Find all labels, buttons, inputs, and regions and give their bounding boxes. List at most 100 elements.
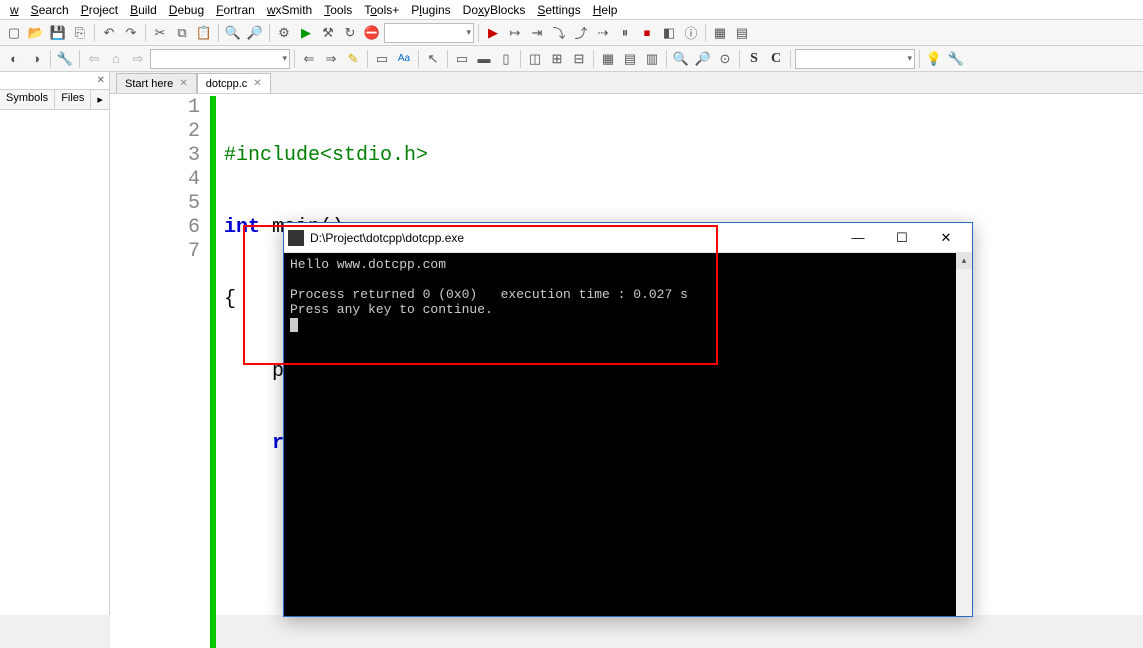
wrench-icon[interactable]: 🔧: [55, 49, 75, 69]
find-icon[interactable]: 🔍: [223, 23, 243, 43]
debug-run-icon[interactable]: ▶: [483, 23, 503, 43]
build-target-combo[interactable]: [384, 23, 474, 43]
grid2-icon[interactable]: ▤: [620, 49, 640, 69]
debug-cursor-icon[interactable]: ↦: [505, 23, 525, 43]
menu-doxyblocks[interactable]: DoxyBlocks: [457, 1, 532, 19]
rect2-icon[interactable]: ▬: [474, 49, 494, 69]
debug-next-icon[interactable]: ⇥: [527, 23, 547, 43]
menu-debug[interactable]: Debug: [163, 1, 210, 19]
save-all-icon[interactable]: ⎘: [70, 23, 90, 43]
console-titlebar[interactable]: D:\Project\dotcpp\dotcpp.exe — ☐ ✕: [284, 223, 972, 253]
new-file-icon[interactable]: ▢: [4, 23, 24, 43]
debug-info-icon[interactable]: ⓘ: [681, 23, 701, 43]
zoom-fit-icon[interactable]: ⊙: [715, 49, 735, 69]
menu-tools-plus[interactable]: Tools+: [358, 1, 405, 19]
debug-step-in-icon[interactable]: ⤵: [549, 23, 569, 43]
open-icon[interactable]: 📂: [26, 23, 46, 43]
doxy-icon[interactable]: ▦: [710, 23, 730, 43]
symbol-combo[interactable]: [150, 49, 290, 69]
console-scrollbar[interactable]: ▴: [956, 253, 972, 616]
sidebar-tab-files[interactable]: Files: [55, 90, 91, 109]
toggle-header-icon[interactable]: ◑: [26, 49, 46, 69]
search-combo[interactable]: [795, 49, 915, 69]
select-icon[interactable]: ▭: [372, 49, 392, 69]
letter-s-button[interactable]: S: [744, 49, 764, 69]
separator: [666, 50, 667, 68]
toolbar-row-1: ▢ 📂 💾 ⎘ ↶ ↷ ✂ ⧉ 📋 🔍 🔎 ⚙ ▶ ⚒ ↻ ⛔ ▶ ↦ ⇥ ⤵ …: [0, 20, 1143, 46]
nav-fwd-icon[interactable]: ⇨: [128, 49, 148, 69]
abort-icon[interactable]: ⛔: [362, 23, 382, 43]
tab-label: dotcpp.c: [206, 78, 248, 90]
cut-icon[interactable]: ✂: [150, 23, 170, 43]
debug-window-icon[interactable]: ◧: [659, 23, 679, 43]
close-icon[interactable]: ✕: [179, 78, 187, 89]
debug-stop-icon[interactable]: ⏹: [637, 23, 657, 43]
nav-back-icon[interactable]: ⇦: [84, 49, 104, 69]
minimize-button[interactable]: —: [836, 224, 880, 252]
separator: [705, 24, 706, 42]
line-number: 6: [110, 216, 200, 240]
help-bulb-icon[interactable]: 💡: [924, 49, 944, 69]
toggle-source-icon[interactable]: ◐: [4, 49, 24, 69]
separator: [447, 50, 448, 68]
tab-dotcpp[interactable]: dotcpp.c ✕: [197, 73, 271, 93]
rebuild-icon[interactable]: ↻: [340, 23, 360, 43]
sidebar-tab-symbols[interactable]: Symbols: [0, 90, 55, 109]
layout3-icon[interactable]: ⊟: [569, 49, 589, 69]
rect-icon[interactable]: ▭: [452, 49, 472, 69]
rect3-icon[interactable]: ▯: [496, 49, 516, 69]
paste-icon[interactable]: 📋: [194, 23, 214, 43]
sidebar-close-bar: ✕: [0, 72, 109, 90]
zoom-in-icon[interactable]: 🔍: [671, 49, 691, 69]
menu-project[interactable]: Project: [75, 1, 124, 19]
menu-fortran[interactable]: Fortran: [210, 1, 261, 19]
menu-tools[interactable]: Tools: [318, 1, 358, 19]
tab-start-here[interactable]: Start here ✕: [116, 73, 197, 93]
replace-icon[interactable]: 🔎: [245, 23, 265, 43]
debug-step-instr-icon[interactable]: ⇢: [593, 23, 613, 43]
code-line: #include<stdio.h>: [224, 144, 668, 168]
highlight-icon[interactable]: ✎: [343, 49, 363, 69]
text-aa-icon[interactable]: Aa: [394, 49, 414, 69]
doxy-icon2[interactable]: ▤: [732, 23, 752, 43]
copy-icon[interactable]: ⧉: [172, 23, 192, 43]
sidebar-tab-overflow-icon[interactable]: ▸: [91, 90, 110, 109]
menu-help[interactable]: Help: [587, 1, 624, 19]
run-icon[interactable]: ▶: [296, 23, 316, 43]
debug-step-out-icon[interactable]: ⤴: [571, 23, 591, 43]
grid1-icon[interactable]: ▦: [598, 49, 618, 69]
menu-search[interactable]: Search: [25, 1, 75, 19]
layout2-icon[interactable]: ⊞: [547, 49, 567, 69]
jump-next-icon[interactable]: ⇒: [321, 49, 341, 69]
redo-icon[interactable]: ↷: [121, 23, 141, 43]
menu-view[interactable]: w: [4, 1, 25, 19]
separator: [478, 24, 479, 42]
grid3-icon[interactable]: ▥: [642, 49, 662, 69]
undo-icon[interactable]: ↶: [99, 23, 119, 43]
maximize-button[interactable]: ☐: [880, 224, 924, 252]
console-window: D:\Project\dotcpp\dotcpp.exe — ☐ ✕ Hello…: [283, 222, 973, 617]
scroll-up-icon[interactable]: ▴: [956, 253, 972, 269]
debug-break-icon[interactable]: ⏸: [615, 23, 635, 43]
separator: [79, 50, 80, 68]
build-icon[interactable]: ⚙: [274, 23, 294, 43]
nav-home-icon[interactable]: ⌂: [106, 49, 126, 69]
options-icon[interactable]: 🔧: [946, 49, 966, 69]
letter-c-button[interactable]: C: [766, 49, 786, 69]
save-icon[interactable]: 💾: [48, 23, 68, 43]
layout1-icon[interactable]: ◫: [525, 49, 545, 69]
build-run-icon[interactable]: ⚒: [318, 23, 338, 43]
separator: [218, 24, 219, 42]
line-number: 3: [110, 144, 200, 168]
menu-wxsmith[interactable]: wxSmith: [261, 1, 318, 19]
menu-plugins[interactable]: Plugins: [405, 1, 456, 19]
zoom-out-icon[interactable]: 🔎: [693, 49, 713, 69]
cursor-icon[interactable]: ↖: [423, 49, 443, 69]
close-icon[interactable]: ✕: [97, 75, 105, 86]
menu-build[interactable]: Build: [124, 1, 163, 19]
menu-settings[interactable]: Settings: [531, 1, 586, 19]
jump-prev-icon[interactable]: ⇐: [299, 49, 319, 69]
close-button[interactable]: ✕: [924, 224, 968, 252]
console-output[interactable]: Hello www.dotcpp.com Process returned 0 …: [284, 253, 972, 616]
close-icon[interactable]: ✕: [253, 78, 261, 89]
